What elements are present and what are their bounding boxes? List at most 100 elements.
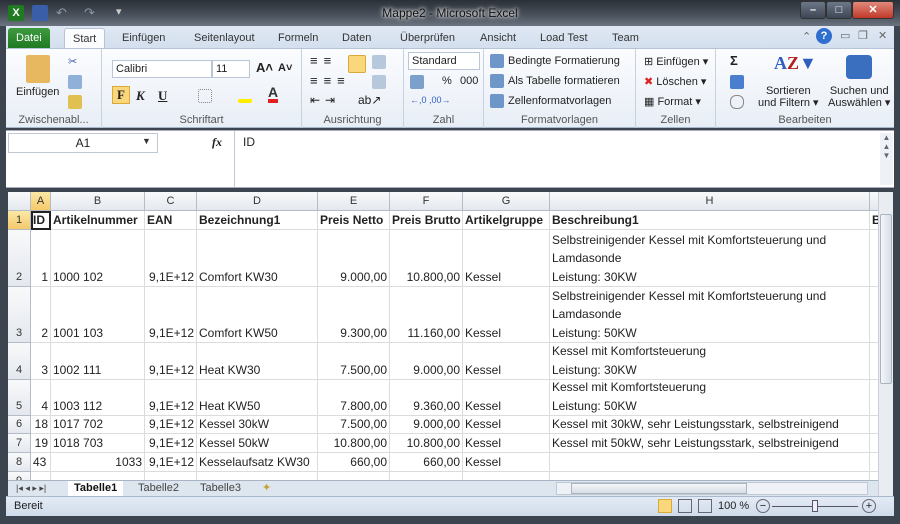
header-cell[interactable]: Preis Netto [318,211,390,230]
zoom-slider-thumb[interactable] [812,500,818,512]
data-cell[interactable]: Comfort KW50 [197,287,318,343]
font-size-select[interactable]: 11 [212,60,250,78]
row-header[interactable]: 1 [8,211,31,230]
data-cell[interactable] [51,472,145,480]
data-cell[interactable]: 9,1E+12 [145,434,197,453]
header-cell[interactable]: Artikelgruppe [463,211,550,230]
data-cell[interactable]: 1000 102 [51,230,145,287]
cell-styles-button[interactable]: Zellenformatvorlagen [508,95,611,107]
data-cell[interactable]: 9.000,00 [390,343,463,380]
data-cell[interactable] [870,343,878,380]
align-bottom-button[interactable] [348,55,366,73]
horizontal-scrollbar[interactable] [556,482,868,495]
sheet-tab-tabelle3[interactable]: Tabelle3 [194,481,247,497]
column-header-a[interactable]: A [31,192,51,211]
tab-team[interactable]: Team [604,28,647,48]
minimize-workbook-icon[interactable]: ▭ [840,29,850,42]
data-cell[interactable] [870,472,878,480]
column-header-g[interactable]: G [463,192,550,211]
column-header-c[interactable]: C [145,192,197,211]
data-cell[interactable]: Comfort KW30 [197,230,318,287]
data-cell[interactable]: 1002 111 [51,343,145,380]
data-cell[interactable]: 9,1E+12 [145,453,197,472]
tab-datei[interactable]: Datei [8,28,50,48]
minimize-button[interactable]: – [800,1,826,19]
zoom-in-button[interactable]: + [862,499,876,513]
data-cell[interactable]: 7.500,00 [318,343,390,380]
data-cell[interactable] [390,472,463,480]
data-cell[interactable]: 7.500,00 [318,416,390,434]
data-cell[interactable]: 43 [31,453,51,472]
row-header[interactable]: 5 [8,380,31,416]
bold-button[interactable]: F [112,86,130,104]
merge-center-icon[interactable] [372,75,386,89]
row-header[interactable]: 6 [8,416,31,434]
close-workbook-icon[interactable]: ✕ [878,29,887,42]
data-cell[interactable]: 660,00 [390,453,463,472]
vertical-align-icons[interactable]: ≡≡ [310,53,337,68]
formula-input[interactable]: ID [234,131,880,187]
data-cell[interactable]: Kessel [463,416,550,434]
data-cell[interactable]: 7.800,00 [318,380,390,416]
data-cell[interactable]: Selbstreinigender Kessel mit Komfortsteu… [550,230,870,287]
format-cells-button[interactable]: ▦ Format ▾ [644,95,701,108]
data-cell[interactable]: Kessel [463,230,550,287]
tab-einfuegen[interactable]: Einfügen [114,28,173,48]
data-cell[interactable]: Heat KW50 [197,380,318,416]
insert-sheet-icon[interactable]: ✦ [256,481,277,497]
data-cell[interactable] [145,472,197,480]
data-cell[interactable]: Kessel mit 50kW, sehr Leistungsstark, se… [550,434,870,453]
data-cell[interactable] [31,472,51,480]
data-cell[interactable]: 9,1E+12 [145,416,197,434]
borders-icon[interactable] [198,89,212,103]
cut-icon[interactable]: ✂ [68,55,82,69]
header-cell[interactable]: ID [31,211,51,230]
page-break-view-button[interactable] [698,499,712,513]
data-cell[interactable]: Kessel [463,453,550,472]
spreadsheet-grid[interactable]: ABCDEFGHI1IDArtikelnummerEANBezeichnung1… [8,192,878,480]
horizontal-align-icons[interactable]: ≡≡≡ [310,73,351,88]
data-cell[interactable] [870,453,878,472]
data-cell[interactable]: Kessel [463,434,550,453]
data-cell[interactable] [870,230,878,287]
underline-button[interactable]: U [158,88,167,104]
row-header[interactable]: 7 [8,434,31,453]
percent-button[interactable]: % [442,75,452,87]
shrink-font-icon[interactable]: A˅ [278,62,292,74]
tab-start[interactable]: Start [64,28,106,48]
clear-icon[interactable] [730,95,744,109]
column-header-e[interactable]: E [318,192,390,211]
grow-font-icon[interactable]: A˄ [256,60,273,75]
find-select-button[interactable]: Suchen und Auswählen ▾ [828,85,890,109]
data-cell[interactable]: 18 [31,416,51,434]
autosum-button[interactable]: Σ [730,53,738,68]
copy-icon[interactable] [68,75,82,89]
vertical-scrollbar[interactable] [878,192,893,496]
header-cell[interactable]: Bezeichnung1 [197,211,318,230]
data-cell[interactable] [550,472,870,480]
tab-load-test[interactable]: Load Test [532,28,596,48]
thousands-button[interactable]: 000 [460,75,478,87]
data-cell[interactable]: 9.000,00 [390,416,463,434]
row-header[interactable]: 8 [8,453,31,472]
data-cell[interactable]: Kessel 30kW [197,416,318,434]
data-cell[interactable]: Kessel 50kW [197,434,318,453]
data-cell[interactable]: 9,1E+12 [145,380,197,416]
tab-daten[interactable]: Daten [334,28,379,48]
column-header-h[interactable]: H [550,192,870,211]
font-name-select[interactable]: Calibri [112,60,212,78]
data-cell[interactable] [463,472,550,480]
collapse-ribbon-icon[interactable]: ⌃ [802,30,811,43]
close-button[interactable]: ✕ [852,1,894,19]
data-cell[interactable]: Kessel [463,380,550,416]
row-header[interactable]: 4 [8,343,31,380]
name-box[interactable]: A1 [8,133,158,153]
data-cell[interactable]: Kessel mit Komfortsteuerung Leistung: 30… [550,343,870,380]
data-cell[interactable]: 9.360,00 [390,380,463,416]
number-format-select[interactable]: Standard [408,52,480,70]
sheet-tab-tabelle2[interactable]: Tabelle2 [132,481,185,497]
data-cell[interactable]: 1018 703 [51,434,145,453]
insert-function-button[interactable]: fx [212,135,222,150]
header-cell[interactable]: Preis Brutto [390,211,463,230]
column-header-b[interactable]: B [51,192,145,211]
